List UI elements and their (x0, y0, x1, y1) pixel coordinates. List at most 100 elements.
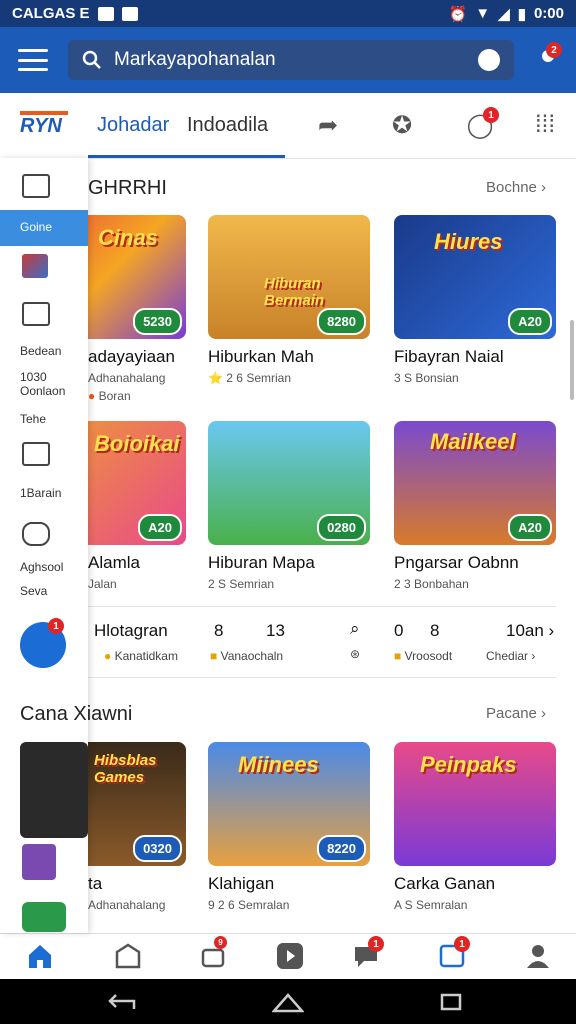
system-nav-bar (0, 979, 576, 1024)
game-title: Pngarsar Oabnn (394, 553, 519, 572)
search-bar[interactable]: Markayapohanalan (68, 40, 514, 80)
rating-pill: 0320 (133, 835, 182, 862)
sidebar-label-oonlaon: Oonlaon (20, 384, 66, 398)
app-logo[interactable]: RYN (20, 111, 68, 138)
sidebar-item-thumb[interactable] (0, 254, 88, 278)
fab-badge: 1 (48, 618, 64, 634)
sidebar-item-home[interactable] (0, 174, 88, 198)
game-card[interactable]: Hiures A20 Fibayran Naial 3 S Bonsian (394, 215, 556, 385)
sidebar-fab-button[interactable]: 1 (20, 618, 66, 668)
stats-n2: 13 (266, 621, 285, 640)
scrollbar[interactable] (570, 320, 574, 400)
game-card[interactable]: 0280 Hiburan Mapa 2 S Semrian (208, 421, 370, 591)
chat-nav-badge: 1 (368, 936, 384, 952)
rating-pill: A20 (508, 514, 552, 541)
games-tab[interactable]: 9 (200, 936, 228, 970)
bottom-nav: 9 1 1 (0, 933, 576, 979)
chat-icon[interactable]: ◯ 1 (465, 107, 499, 139)
menu-icon[interactable] (18, 49, 48, 71)
sidebar-label-bedean: Bedean (20, 344, 62, 358)
stats-sub4[interactable]: Chediar › (486, 649, 535, 663)
stats-row: Hlotagran ● Kanatidkam 8 13 ■ Vanaochaln… (88, 606, 556, 678)
alarm-icon: ⏰ (448, 5, 468, 23)
games-badge: 9 (214, 936, 227, 949)
sidebar-label-aghsool: Aghsool (20, 560, 64, 574)
sidebar-game-thumb-3[interactable] (22, 902, 66, 932)
status-bar: CALGAS E ⏰ ▼ ◢ ▮ 0:00 (0, 0, 576, 27)
rating-pill: 8220 (317, 835, 366, 862)
sidebar-label-1030: 1030 (20, 370, 47, 384)
tab-johadar[interactable]: Johadar (97, 114, 169, 137)
home-button-icon[interactable] (272, 991, 304, 1013)
sidebar: Goine Bedean 1030 Oonlaon Tehe 1Barain A… (0, 158, 88, 933)
app-notification-icon (97, 6, 114, 21)
section2-title: Cana Xiawni (20, 703, 133, 725)
sidebar-label-barain: 1Barain (20, 486, 62, 500)
message-notification-icon (121, 6, 138, 21)
stats-sub2: ■ Vanaochaln (210, 649, 284, 663)
rating-pill: 8280 (317, 308, 366, 335)
signal-icon: ◢ (498, 5, 510, 23)
wifi-icon: ▼ (475, 5, 491, 22)
voice-search-icon[interactable] (478, 49, 500, 71)
stats-title[interactable]: Hlotagran (94, 621, 168, 641)
tab-bar: RYN Johadar Indoadila ➦ ✪ ◯ 1 ⁞⁞⁞ (0, 93, 576, 159)
back-icon[interactable] (108, 991, 138, 1013)
apps-grid-icon[interactable]: ⁞⁞⁞ (530, 111, 560, 139)
sidebar-item-bedean[interactable]: Bedean (0, 302, 88, 358)
sidebar-item-active[interactable]: Goine (0, 210, 88, 246)
sidebar-item-1030[interactable]: 1030 Oonlaon (0, 370, 88, 398)
game-thumbnail[interactable]: Peinpaks (394, 742, 556, 866)
stats-more-link[interactable]: 10an › (506, 621, 554, 641)
status-left-text: CALGAS E (12, 5, 90, 22)
search-icon (82, 50, 101, 69)
tab-indoadila[interactable]: Indoadila (187, 114, 268, 137)
settings-icon[interactable]: ⊛ (350, 647, 360, 661)
game-title: Fibayran Naial (394, 347, 504, 366)
share-icon[interactable]: ➦ (313, 111, 343, 139)
game-thumbnail[interactable]: 0280 (208, 421, 370, 545)
game-card[interactable]: Mailkeel A20 Pngarsar Oabnn 2 3 Bonbahan (394, 421, 556, 591)
home-icon[interactable] (26, 942, 54, 970)
game-thumbnail[interactable]: Hiburan Bermain 8280 (208, 215, 370, 339)
library-badge: 1 (454, 936, 470, 952)
notification-button[interactable]: 2 (540, 42, 562, 74)
game-title: Hiburkan Mah (208, 347, 314, 366)
game-sub: 9 2 6 Semralan (208, 898, 290, 912)
game-thumbnail[interactable]: Mailkeel A20 (394, 421, 556, 545)
sidebar-item-aghsool[interactable]: Aghsool Seva (0, 522, 88, 598)
section2-more-link[interactable]: Pacane › (486, 705, 546, 722)
game-sub: ⭐ 2 6 Semrian (208, 371, 292, 385)
game-title: Carka Ganan (394, 874, 496, 893)
top-bar: Markayapohanalan 2 (0, 27, 576, 93)
sidebar-item-barain[interactable]: 1Barain (0, 442, 88, 500)
chat-tab[interactable]: 1 (352, 936, 384, 970)
library-tab[interactable]: 1 (438, 936, 470, 970)
puzzle-icon[interactable]: ✪ (387, 111, 417, 139)
section1-more-link[interactable]: Bochne › (486, 179, 546, 196)
battery-icon: ▮ (517, 5, 526, 23)
game-sub: 2 3 Bonbahan (394, 577, 469, 591)
recents-icon[interactable] (440, 993, 462, 1011)
game-card[interactable]: Peinpaks Carka Ganan A S Semralan (394, 742, 556, 912)
rating-pill: 0280 (317, 514, 366, 541)
sidebar-game-thumb-1[interactable] (20, 742, 88, 838)
game-card[interactable]: Miinees 8220 Klahigan 9 2 6 Semralan (208, 742, 370, 912)
tab-active-indicator (88, 155, 285, 158)
stats-n4: 8 (430, 621, 440, 640)
search-input[interactable]: Markayapohanalan (114, 49, 478, 71)
profile-icon[interactable] (524, 942, 552, 970)
game-title: Klahigan (208, 874, 275, 893)
clock: 0:00 (533, 5, 564, 22)
sidebar-game-thumb-2[interactable] (22, 844, 56, 880)
notification-badge: 2 (546, 42, 562, 58)
game-card[interactable]: Hiburan Bermain 8280 Hiburkan Mah ⭐ 2 6 … (208, 215, 370, 385)
rating-pill: 5230 (133, 308, 182, 335)
play-icon[interactable] (276, 942, 304, 970)
game-thumbnail[interactable]: Hiures A20 (394, 215, 556, 339)
store-icon[interactable] (114, 942, 142, 970)
game-title: Hiburan Mapa (208, 553, 315, 572)
search-icon[interactable]: ⌕ (350, 619, 360, 639)
sidebar-item-tehe[interactable]: Tehe (0, 412, 88, 426)
game-thumbnail[interactable]: Miinees 8220 (208, 742, 370, 866)
